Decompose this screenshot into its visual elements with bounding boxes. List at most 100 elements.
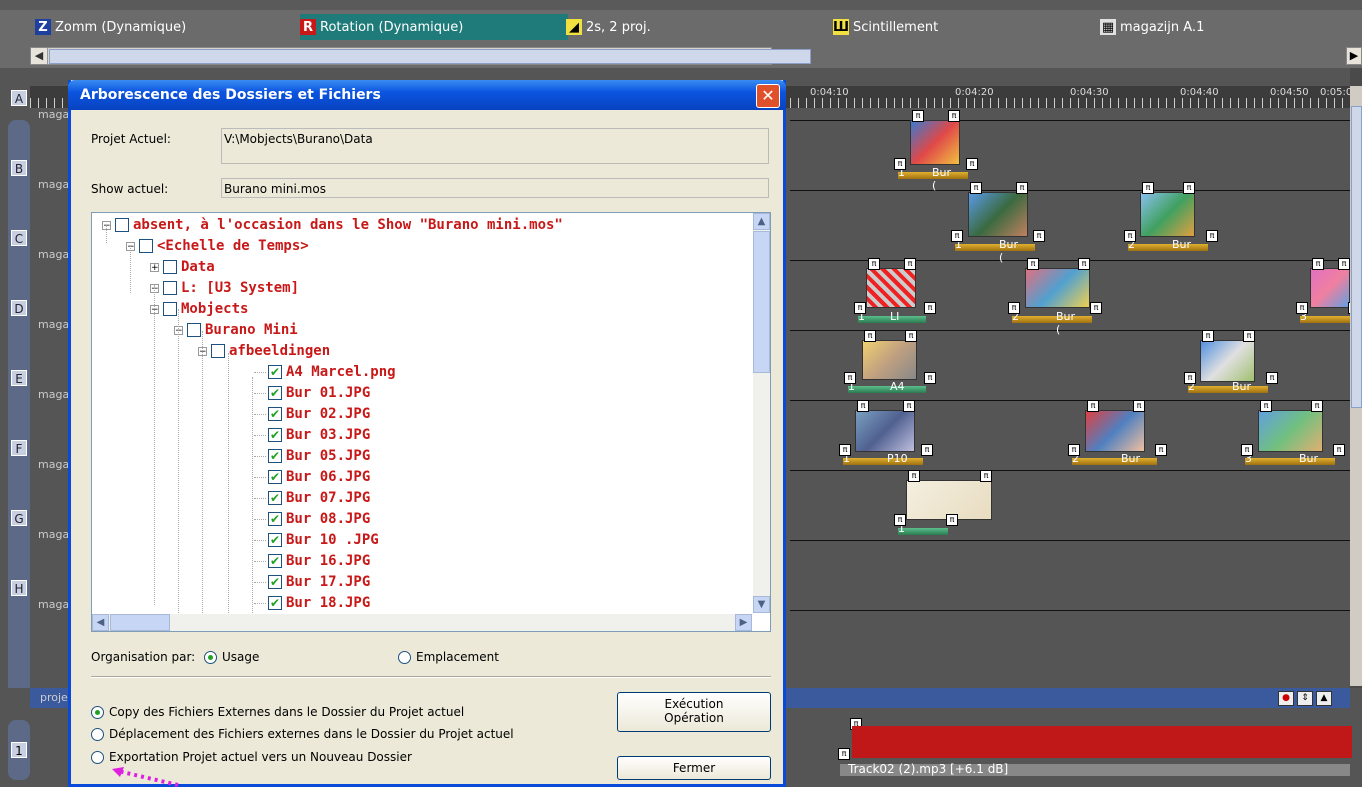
clip-duration-bar[interactable]	[1245, 458, 1335, 465]
keyframe-icon[interactable]: π	[948, 110, 960, 122]
checkbox-icon[interactable]	[115, 218, 129, 232]
track-letter-g[interactable]: G	[11, 510, 27, 526]
effect-item[interactable]: ▦ magazijn A.1	[1100, 14, 1204, 40]
audio-keyframe-icon[interactable]: π	[838, 748, 850, 760]
close-button[interactable]: Fermer	[617, 756, 771, 780]
keyframe-icon[interactable]: π	[946, 514, 958, 526]
clip-thumbnail[interactable]	[855, 410, 915, 452]
effect-item[interactable]: ◢ 2s, 2 proj.	[566, 14, 651, 40]
keyframe-icon[interactable]: π	[924, 302, 936, 314]
keyframe-icon[interactable]: π	[1241, 444, 1253, 456]
tree-node[interactable]: ✔ Bur 02.JPG	[254, 404, 370, 424]
keyframe-icon[interactable]: π	[1266, 372, 1278, 384]
clip-duration-bar[interactable]	[1012, 316, 1092, 323]
keyframe-icon[interactable]: π	[1142, 182, 1154, 194]
close-icon[interactable]: ✕	[756, 84, 780, 108]
keyframe-icon[interactable]: π	[844, 372, 856, 384]
keyframe-icon[interactable]: π	[905, 330, 917, 342]
scroll-left-icon[interactable]: ◀	[92, 614, 109, 631]
keyframe-icon[interactable]: π	[924, 372, 936, 384]
checkbox-checked-icon[interactable]: ✔	[268, 365, 282, 379]
collapse-icon[interactable]: ▲	[1316, 691, 1332, 706]
org-emplacement-radio[interactable]: Emplacement	[398, 650, 499, 664]
keyframe-icon[interactable]: π	[1155, 444, 1167, 456]
execute-operation-button[interactable]: Exécution Opération	[617, 692, 771, 732]
checkbox-checked-icon[interactable]: ✔	[268, 533, 282, 547]
export-option-radio[interactable]: Exportation Projet actuel vers un Nouvea…	[91, 750, 412, 764]
track-letter-c[interactable]: C	[11, 230, 27, 246]
radio-selected-icon[interactable]	[91, 705, 104, 719]
clip-thumbnail[interactable]	[1200, 340, 1255, 382]
keyframe-icon[interactable]: π	[1090, 302, 1102, 314]
tree-node[interactable]: − afbeeldingen	[198, 341, 330, 361]
radio-icon[interactable]	[398, 650, 411, 664]
keyframe-icon[interactable]: π	[1296, 302, 1308, 314]
tree-node[interactable]: ✔ A4 Marcel.png	[254, 362, 396, 382]
clip-duration-bar[interactable]	[1300, 316, 1350, 323]
keyframe-icon[interactable]: π	[1016, 182, 1028, 194]
track-letter-h[interactable]: H	[11, 580, 27, 596]
keyframe-icon[interactable]: π	[1243, 330, 1255, 342]
checkbox-icon[interactable]	[211, 344, 225, 358]
tree-node[interactable]: ✔ Bur 06.JPG	[254, 467, 370, 487]
keyframe-icon[interactable]: π	[1183, 182, 1195, 194]
keyframe-icon[interactable]: π	[966, 158, 978, 170]
effect-item[interactable]: R Rotation (Dynamique)	[300, 14, 568, 40]
keyframe-icon[interactable]: π	[921, 444, 933, 456]
keyframe-icon[interactable]: π	[894, 158, 906, 170]
checkbox-checked-icon[interactable]: ✔	[268, 386, 282, 400]
tree-vertical-scrollbar[interactable]: ▲ ▼	[753, 213, 770, 613]
track-letter-d[interactable]: D	[11, 300, 27, 316]
tree-node[interactable]: ✔ Bur 18.JPG	[254, 593, 370, 613]
clip-thumbnail[interactable]	[910, 120, 960, 165]
track-letter-a[interactable]: A	[11, 90, 27, 106]
checkbox-checked-icon[interactable]: ✔	[268, 575, 282, 589]
scrollbar-thumb[interactable]	[110, 614, 170, 631]
radio-icon[interactable]	[91, 750, 104, 764]
expand-icon[interactable]: ⇕	[1297, 691, 1313, 706]
timeline-vertical-scrollbar[interactable]	[1350, 86, 1362, 686]
folder-tree[interactable]: − absent, à l'occasion dans le Show "Bura…	[91, 212, 771, 632]
keyframe-icon[interactable]: π	[839, 444, 851, 456]
scroll-left-icon[interactable]: ◀	[31, 48, 48, 64]
keyframe-icon[interactable]: π	[1311, 400, 1323, 412]
keyframe-icon[interactable]: π	[1078, 258, 1090, 270]
track-letter-f[interactable]: F	[11, 440, 27, 456]
tree-horizontal-scrollbar[interactable]: ◀ ▶	[92, 614, 752, 631]
checkbox-checked-icon[interactable]: ✔	[268, 470, 282, 484]
scrollbar-thumb[interactable]	[1351, 106, 1362, 408]
clip-thumbnail[interactable]	[1025, 268, 1090, 308]
scrollbar-thumb[interactable]	[49, 49, 811, 64]
keyframe-icon[interactable]: π	[951, 230, 963, 242]
checkbox-icon[interactable]	[139, 239, 153, 253]
keyframe-icon[interactable]: π	[1206, 230, 1218, 242]
checkbox-icon[interactable]	[163, 281, 177, 295]
keyframe-icon[interactable]: π	[1068, 444, 1080, 456]
tree-node[interactable]: ✔ Bur 07.JPG	[254, 488, 370, 508]
tree-node[interactable]: − Burano Mini	[174, 320, 298, 340]
clip-thumbnail[interactable]	[862, 340, 917, 380]
keyframe-icon[interactable]: π	[1184, 372, 1196, 384]
effect-item[interactable]: Ш Scintillement	[833, 14, 938, 40]
checkbox-checked-icon[interactable]: ✔	[268, 449, 282, 463]
checkbox-checked-icon[interactable]: ✔	[268, 491, 282, 505]
scrollbar-thumb[interactable]	[753, 231, 770, 373]
clip-thumbnail[interactable]	[968, 192, 1028, 237]
keyframe-icon[interactable]: π	[1133, 400, 1145, 412]
record-icon[interactable]: ●	[1278, 691, 1294, 706]
scroll-right-icon[interactable]: ▶	[1346, 47, 1362, 65]
tree-node[interactable]: ✔ Bur 03.JPG	[254, 425, 370, 445]
scroll-right-icon[interactable]: ▶	[735, 614, 752, 631]
clip-duration-bar[interactable]	[1072, 458, 1157, 465]
keyframe-icon[interactable]: π	[1260, 400, 1272, 412]
dialog-titlebar[interactable]: Arborescence des Dossiers et Fichiers ✕	[68, 80, 786, 110]
checkbox-icon[interactable]	[163, 260, 177, 274]
clip-duration-bar[interactable]	[848, 386, 926, 393]
clip-duration-bar[interactable]	[1128, 244, 1208, 251]
radio-icon[interactable]	[91, 727, 104, 741]
clip-thumbnail[interactable]	[1310, 268, 1350, 308]
keyframe-icon[interactable]: π	[1008, 302, 1020, 314]
keyframe-icon[interactable]: π	[1312, 258, 1324, 270]
keyframe-icon[interactable]: π	[854, 302, 866, 314]
clip-duration-bar[interactable]	[843, 458, 923, 465]
